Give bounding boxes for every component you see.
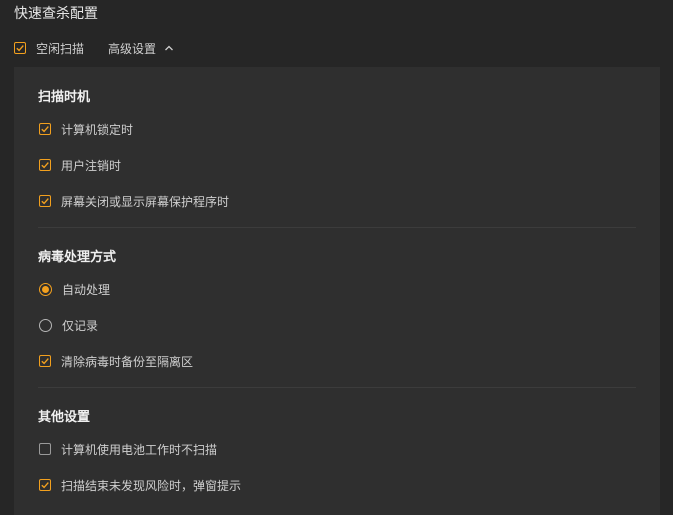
check-icon: [41, 482, 49, 489]
section-title-scan-timing: 扫描时机: [38, 90, 91, 105]
top-options-row: 空闲扫描 高级设置: [14, 39, 174, 57]
option-label: 屏幕关闭或显示屏幕保护程序时: [61, 194, 230, 209]
checkbox[interactable]: [39, 479, 51, 491]
advanced-settings-label: 高级设置: [108, 41, 157, 56]
radio-dot: [42, 285, 49, 293]
checkbox[interactable]: [39, 123, 51, 135]
idle-scan-label: 空闲扫描: [36, 41, 85, 56]
checkbox[interactable]: [39, 443, 51, 455]
page-title: 快速查杀配置: [14, 6, 98, 22]
checkbox[interactable]: [39, 355, 51, 367]
option-popup-no-risk[interactable]: 扫描结束未发现风险时，弹窗提示: [39, 477, 241, 493]
section-title-virus-handling: 病毒处理方式: [38, 250, 117, 265]
check-icon: [41, 358, 49, 365]
option-user-logoff[interactable]: 用户注销时: [39, 157, 121, 173]
idle-scan-checkbox[interactable]: [14, 42, 26, 54]
check-icon: [41, 126, 49, 133]
check-icon: [41, 162, 49, 169]
chevron-up-icon: [165, 45, 173, 51]
checkbox[interactable]: [39, 159, 51, 171]
option-backup-quarantine[interactable]: 清除病毒时备份至隔离区: [39, 353, 193, 369]
advanced-settings-toggle[interactable]: 高级设置: [108, 40, 174, 57]
option-label: 计算机锁定时: [61, 122, 134, 137]
option-label: 用户注销时: [61, 158, 122, 173]
section-divider: [38, 387, 636, 388]
advanced-settings-panel: 扫描时机 计算机锁定时 用户注销时 屏幕关闭或显示屏幕保护程序时 病毒处理方式 …: [14, 67, 660, 515]
check-icon: [41, 198, 49, 205]
option-no-scan-on-battery[interactable]: 计算机使用电池工作时不扫描: [39, 441, 217, 457]
option-label: 仅记录: [62, 318, 99, 333]
option-label: 计算机使用电池工作时不扫描: [61, 442, 218, 457]
option-label: 自动处理: [62, 282, 111, 297]
section-title-other-settings: 其他设置: [38, 410, 91, 425]
radio-button[interactable]: [39, 282, 52, 296]
option-label: 扫描结束未发现风险时，弹窗提示: [61, 478, 242, 493]
section-divider: [38, 227, 636, 228]
option-auto-handle[interactable]: 自动处理: [39, 281, 110, 297]
option-computer-locked[interactable]: 计算机锁定时: [39, 121, 133, 137]
radio-button[interactable]: [39, 318, 52, 332]
check-icon: [16, 45, 24, 52]
option-label: 清除病毒时备份至隔离区: [61, 354, 194, 369]
option-record-only[interactable]: 仅记录: [39, 317, 98, 333]
option-screen-off[interactable]: 屏幕关闭或显示屏幕保护程序时: [39, 193, 229, 209]
checkbox[interactable]: [39, 195, 51, 207]
